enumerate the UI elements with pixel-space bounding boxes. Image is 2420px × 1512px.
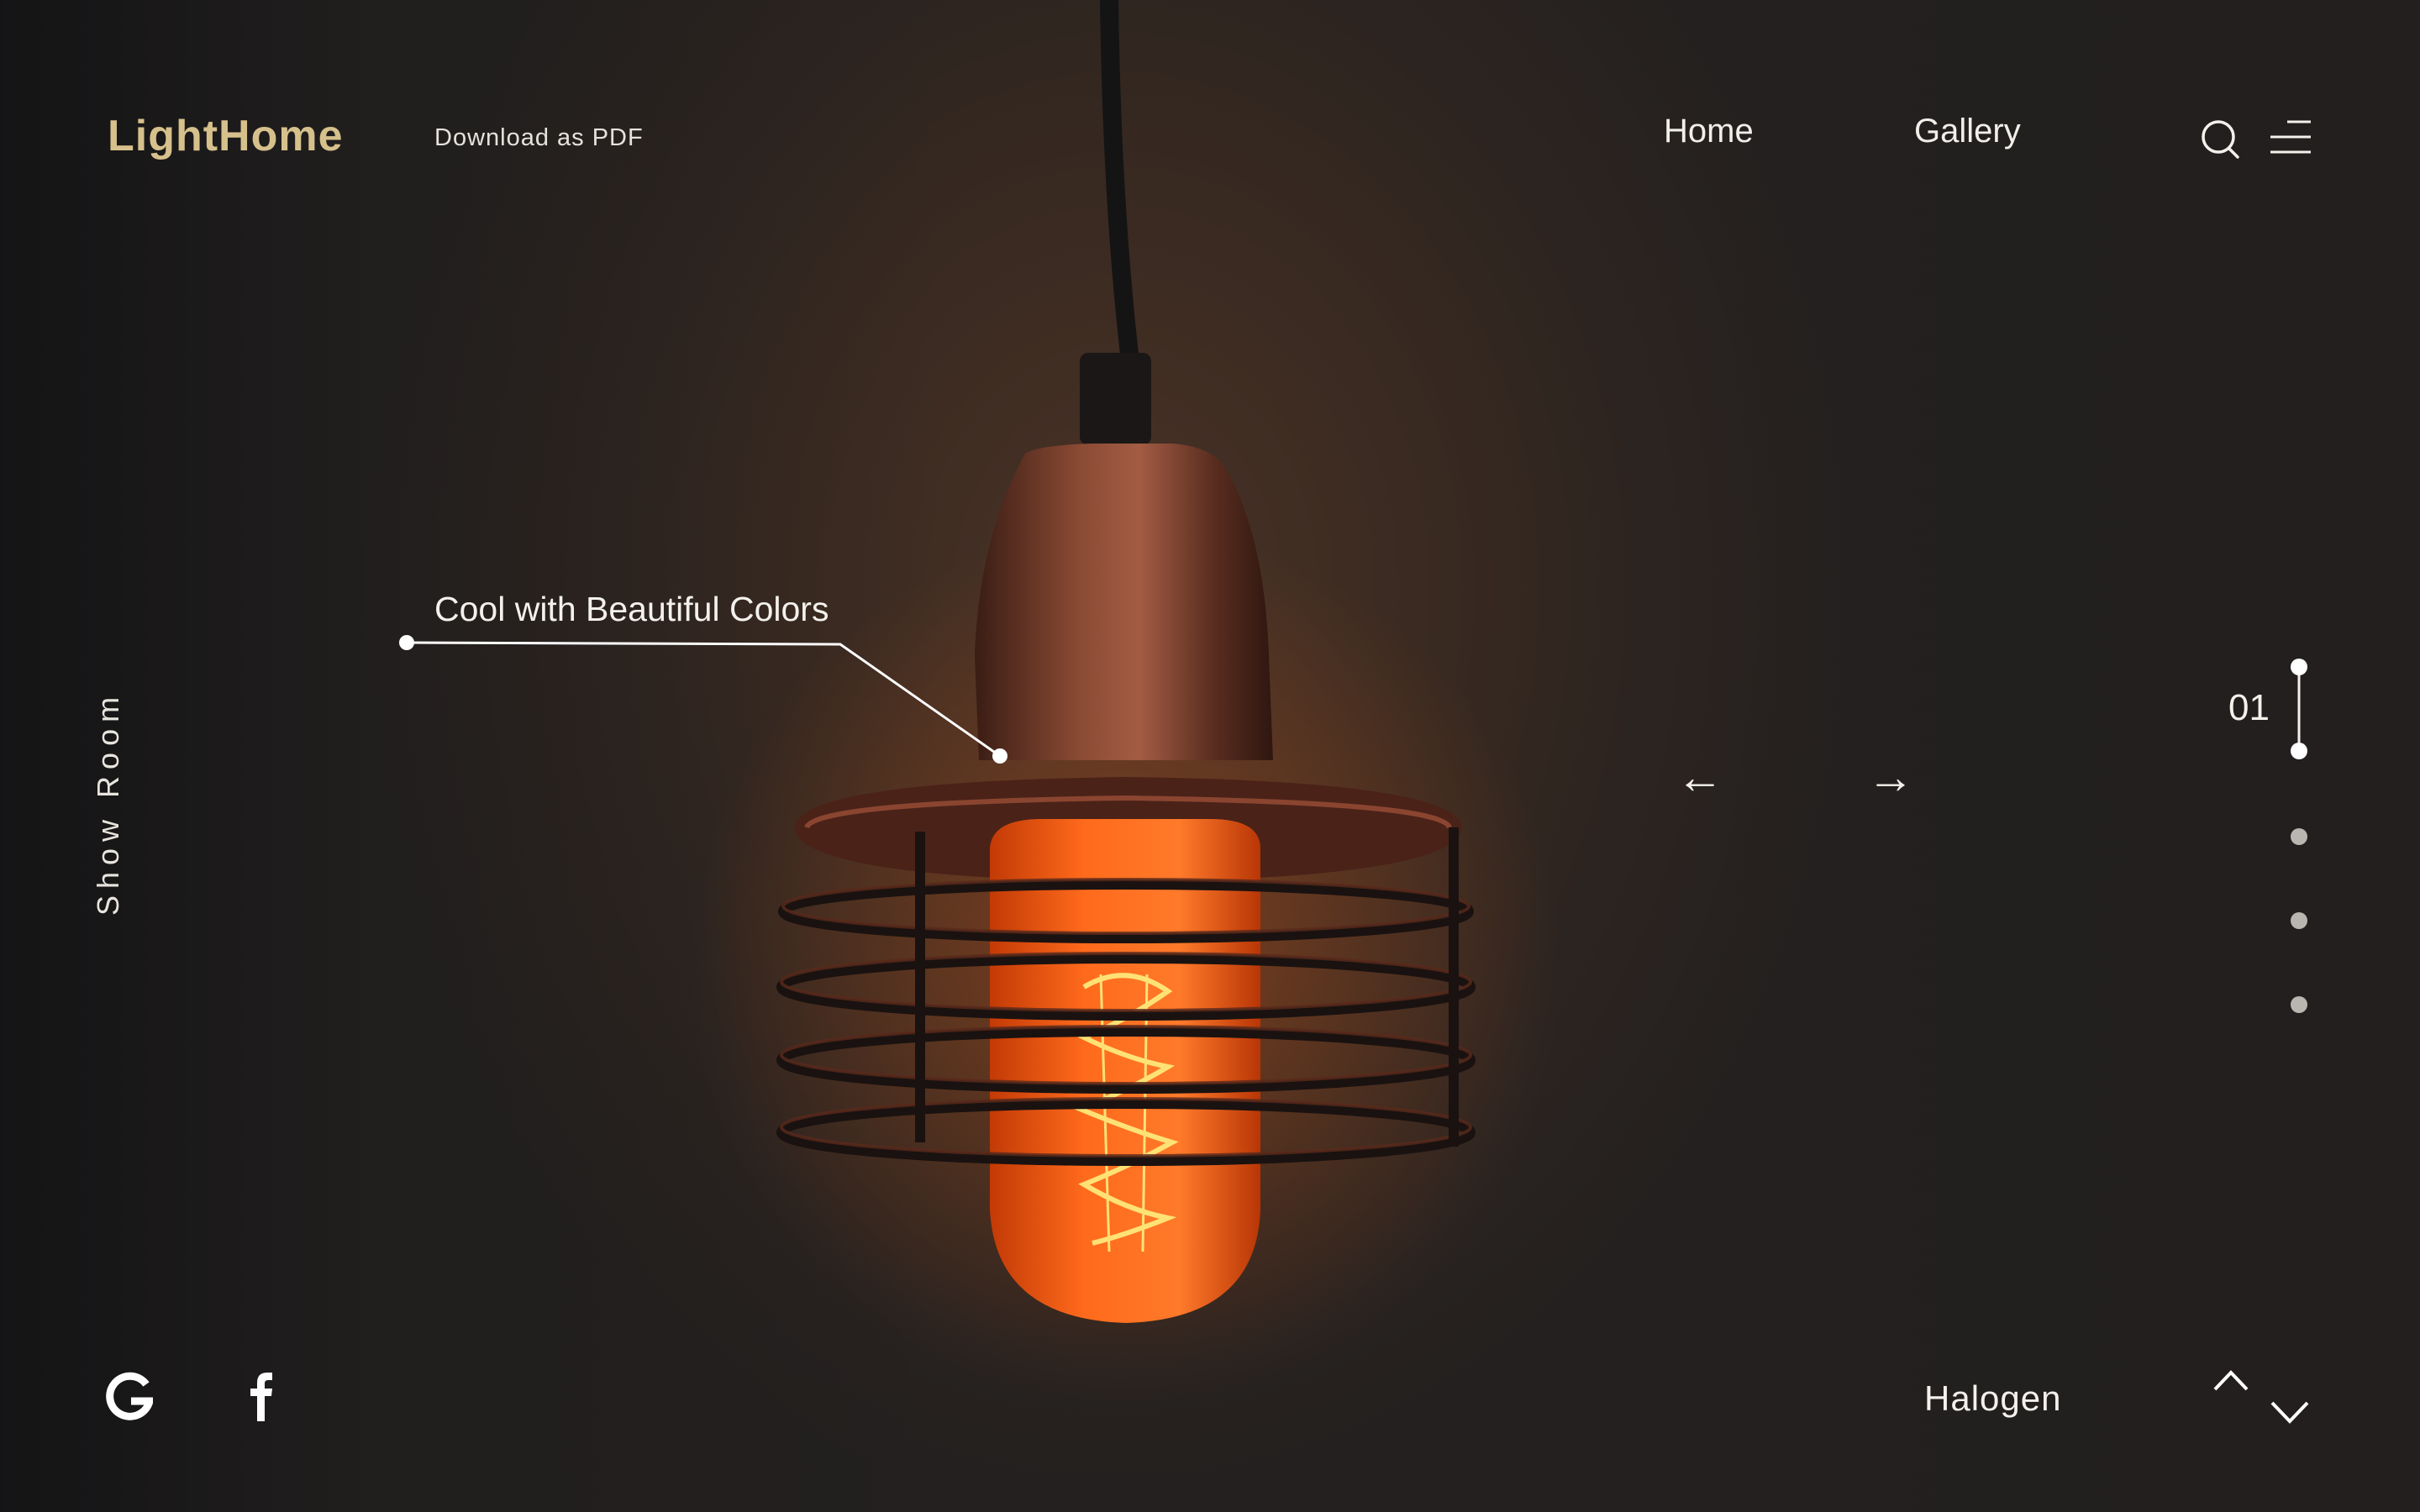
pagination-dot-1 xyxy=(2291,743,2307,759)
chevron-up-icon[interactable] xyxy=(2212,1364,2250,1394)
google-icon[interactable] xyxy=(106,1371,153,1423)
slide-number: 01 xyxy=(2228,687,2270,728)
chevron-down-icon[interactable] xyxy=(2269,1398,2311,1428)
pendant-lamp-image xyxy=(399,0,1563,1403)
pagination-dot-3 xyxy=(2291,912,2307,929)
pagination-dot-active-top xyxy=(2291,659,2307,675)
next-arrow-button[interactable]: → xyxy=(1867,752,1914,802)
menu-icon[interactable] xyxy=(2269,118,2312,158)
show-room-label: Show Room xyxy=(91,690,125,916)
pagination-dot-4 xyxy=(2291,996,2307,1013)
product-name: Halogen xyxy=(1924,1378,2062,1418)
brand-logo[interactable]: LightHome xyxy=(108,111,344,161)
download-pdf-link[interactable]: Download as PDF xyxy=(434,124,644,152)
feature-callout: Cool with Beautiful Colors xyxy=(434,590,829,628)
nav-gallery[interactable]: Gallery xyxy=(1914,113,2021,150)
pagination-dots[interactable] xyxy=(2286,654,2312,1023)
search-icon[interactable] xyxy=(2200,118,2242,161)
nav-home[interactable]: Home xyxy=(1664,113,1754,150)
pagination-dot-2 xyxy=(2291,828,2307,845)
facebook-icon[interactable] xyxy=(237,1371,284,1423)
prev-arrow-button[interactable]: ← xyxy=(1676,752,1723,802)
